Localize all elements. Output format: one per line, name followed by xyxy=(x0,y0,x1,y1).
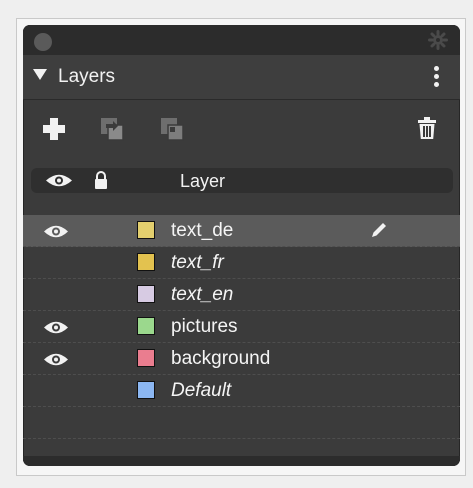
layer-row-text-fr[interactable]: text_fr xyxy=(23,247,460,279)
panel-header[interactable]: Layers xyxy=(23,55,460,100)
layer-row-text-de[interactable]: text_de xyxy=(23,215,460,247)
layer-row-text-en[interactable]: text_en xyxy=(23,279,460,311)
layers-list: text_de text_fr text_en pictures backgro… xyxy=(23,215,460,439)
visibility-eye-icon[interactable] xyxy=(43,320,69,335)
add-layer-icon[interactable] xyxy=(39,114,69,144)
lock-column-icon[interactable] xyxy=(93,171,109,190)
panel-menu-icon[interactable] xyxy=(434,66,440,88)
layer-column-label: Layer xyxy=(180,171,226,191)
collapse-triangle-icon[interactable] xyxy=(33,69,47,80)
panel-titlebar xyxy=(23,25,460,55)
layer-color-swatch[interactable] xyxy=(137,221,155,239)
duplicate-layer-icon[interactable] xyxy=(97,114,127,144)
layer-name[interactable]: Default xyxy=(171,380,231,402)
gear-icon[interactable] xyxy=(428,30,448,50)
layer-row-default[interactable]: Default xyxy=(23,375,460,407)
layer-name[interactable]: text_en xyxy=(171,284,233,306)
layer-row-pictures[interactable]: pictures xyxy=(23,311,460,343)
layer-row-background[interactable]: background xyxy=(23,343,460,375)
pencil-icon xyxy=(372,223,386,237)
layer-color-swatch[interactable] xyxy=(137,349,155,367)
visibility-eye-icon[interactable] xyxy=(43,224,69,239)
panel-footer xyxy=(23,456,460,466)
merge-layer-icon[interactable] xyxy=(157,114,187,144)
layer-color-swatch[interactable] xyxy=(137,317,155,335)
layer-column-header: Layer xyxy=(31,168,453,193)
layer-name[interactable]: background xyxy=(171,348,270,370)
layers-panel: Layers Layer text_de text_fr text_en pic… xyxy=(23,25,460,466)
layer-color-swatch[interactable] xyxy=(137,381,155,399)
layer-color-swatch[interactable] xyxy=(137,285,155,303)
empty-row xyxy=(23,407,460,439)
panel-title: Layers xyxy=(58,66,116,87)
layer-name[interactable]: text_de xyxy=(171,220,233,242)
delete-layer-icon[interactable] xyxy=(412,114,442,144)
eye-column-icon[interactable] xyxy=(45,173,73,188)
visibility-eye-icon[interactable] xyxy=(43,352,69,367)
layer-color-swatch[interactable] xyxy=(137,253,155,271)
close-button[interactable] xyxy=(34,33,52,51)
layers-toolbar xyxy=(23,100,460,160)
layer-name[interactable]: pictures xyxy=(171,316,238,338)
layer-name[interactable]: text_fr xyxy=(171,252,224,274)
